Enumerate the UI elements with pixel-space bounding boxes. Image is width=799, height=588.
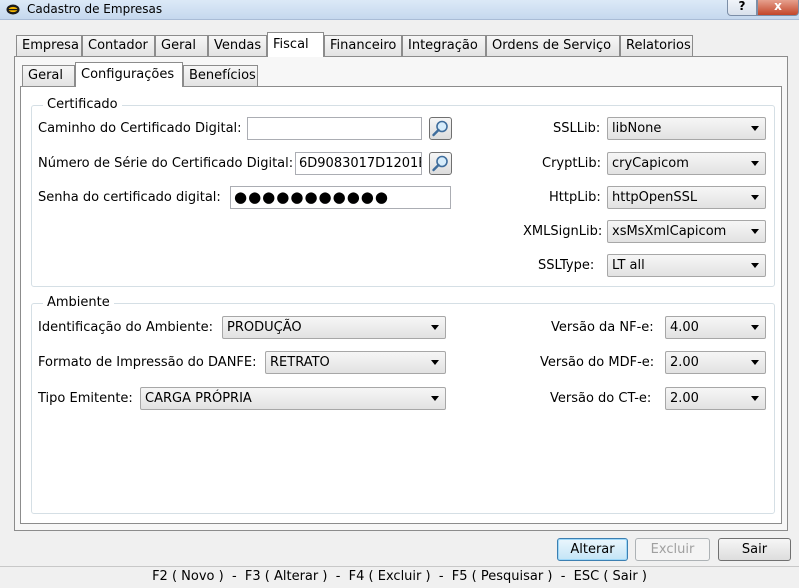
ssltype-label: SSLType: [538, 258, 595, 273]
chevron-down-icon [431, 325, 439, 330]
chevron-down-icon [751, 360, 759, 365]
identificacao-label: Identificação do Ambiente: [38, 320, 214, 335]
nfe-select[interactable]: 4.00 [665, 316, 766, 339]
serie-label: Número de Série do Certificado Digital: [38, 156, 294, 171]
excluir-button[interactable]: Excluir [635, 538, 710, 561]
chevron-down-icon [751, 126, 759, 131]
help-icon: ? [738, 0, 746, 13]
chevron-down-icon [751, 263, 759, 268]
tab-contador[interactable]: Contador [82, 35, 155, 56]
chevron-down-icon [431, 360, 439, 365]
tab-financeiro[interactable]: Financeiro [324, 35, 402, 56]
httplib-value: httpOpenSSL [612, 190, 698, 205]
xmlsignlib-label: XMLSignLib: [523, 224, 603, 239]
chevron-down-icon [751, 396, 759, 401]
formato-value: RETRATO [270, 355, 330, 370]
mdfe-value: 2.00 [670, 355, 699, 370]
serie-input[interactable]: 6D9083017D1201E [295, 152, 422, 175]
httplib-select[interactable]: httpOpenSSL [607, 186, 766, 209]
tipo-value: CARGA PRÓPRIA [145, 391, 252, 406]
caminho-input[interactable] [247, 117, 422, 140]
chevron-down-icon [751, 195, 759, 200]
cryptlib-label: CryptLib: [542, 156, 601, 171]
nfe-value: 4.00 [670, 320, 699, 335]
cte-select[interactable]: 2.00 [665, 387, 766, 410]
tipo-select[interactable]: CARGA PRÓPRIA [140, 387, 446, 410]
tab-ordens-de-servico[interactable]: Ordens de Serviço [486, 35, 620, 56]
formato-select[interactable]: RETRATO [265, 351, 446, 374]
chevron-down-icon [751, 325, 759, 330]
ambiente-legend: Ambiente [43, 295, 114, 310]
xmlsignlib-value: xsMsXmlCapicom [612, 224, 727, 239]
ssllib-value: libNone [612, 121, 662, 136]
tab-vendas[interactable]: Vendas [208, 35, 267, 56]
formato-label: Formato de Impressão do DANFE: [38, 355, 257, 370]
status-bar: F2 ( Novo ) - F3 ( Alterar ) - F4 ( Excl… [0, 566, 799, 588]
chevron-down-icon [751, 161, 759, 166]
sair-button[interactable]: Sair [718, 538, 791, 561]
tab-geral[interactable]: Geral [155, 35, 208, 56]
shortcut-hints: F2 ( Novo ) - F3 ( Alterar ) - F4 ( Excl… [152, 569, 647, 584]
search-icon [432, 155, 448, 172]
tab-integracao[interactable]: Integração [402, 35, 486, 56]
tab-fiscal[interactable]: Fiscal [267, 32, 324, 57]
tab-empresa[interactable]: Empresa [16, 35, 82, 56]
xmlsignlib-select[interactable]: xsMsXmlCapicom [607, 220, 766, 243]
senha-input[interactable]: ●●●●●●●●●●● [230, 186, 451, 209]
window-title: Cadastro de Empresas [27, 2, 163, 16]
subtab-beneficios[interactable]: Benefícios [183, 65, 258, 86]
ssltype-value: LT all [612, 258, 645, 273]
ssllib-select[interactable]: libNone [607, 117, 766, 140]
identificacao-select[interactable]: PRODUÇÃO [222, 316, 446, 339]
alterar-button[interactable]: Alterar [557, 538, 628, 561]
caminho-search-button[interactable] [429, 117, 452, 140]
chevron-down-icon [431, 396, 439, 401]
ssltype-select[interactable]: LT all [607, 254, 766, 277]
mdfe-label: Versão do MDF-e: [540, 355, 655, 370]
title-bar: Cadastro de Empresas ? x [0, 0, 799, 20]
identificacao-value: PRODUÇÃO [227, 320, 302, 335]
cryptlib-select[interactable]: cryCapicom [607, 152, 766, 175]
httplib-label: HttpLib: [549, 190, 601, 205]
mdfe-select[interactable]: 2.00 [665, 351, 766, 374]
senha-label: Senha do certificado digital: [38, 190, 221, 205]
subtab-geral[interactable]: Geral [22, 65, 75, 86]
tab-relatorios[interactable]: Relatorios [620, 35, 693, 56]
app-logo-icon [6, 4, 20, 15]
close-icon: x [774, 0, 782, 13]
ssllib-label: SSLLib: [553, 121, 601, 136]
certificado-legend: Certificado [43, 97, 122, 112]
search-icon [432, 120, 448, 137]
chevron-down-icon [751, 229, 759, 234]
close-button[interactable]: x [757, 0, 799, 16]
tipo-label: Tipo Emitente: [38, 391, 133, 406]
cte-value: 2.00 [670, 391, 699, 406]
help-button[interactable]: ? [727, 0, 757, 16]
subtab-configuracoes[interactable]: Configurações [75, 62, 183, 87]
caminho-label: Caminho do Certificado Digital: [38, 121, 242, 136]
cte-label: Versão do CT-e: [550, 391, 652, 406]
nfe-label: Versão da NF-e: [551, 320, 654, 335]
serie-search-button[interactable] [429, 152, 452, 175]
cryptlib-value: cryCapicom [612, 156, 689, 171]
